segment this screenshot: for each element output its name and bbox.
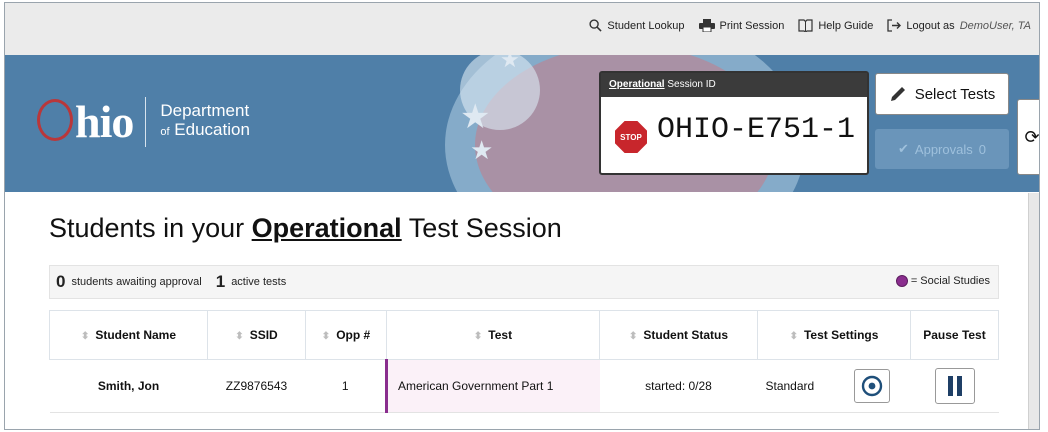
active-count: 1 bbox=[215, 272, 226, 291]
refresh-button[interactable]: ⟳ bbox=[1017, 99, 1040, 175]
logout-icon bbox=[887, 19, 902, 32]
printer-icon bbox=[698, 19, 715, 32]
ohio-education-logo: hio Department of Education bbox=[37, 95, 250, 148]
column-header-student-name[interactable]: ⬍ Student Name bbox=[49, 310, 208, 360]
column-header-test-settings[interactable]: ⬍ Test Settings bbox=[757, 310, 911, 360]
top-nav: Student Lookup Print Session Help Guide … bbox=[589, 19, 1031, 32]
students-table: ⬍ Student Name ⬍ SSID ⬍ Opp # ⬍ Test ⬍ Studen… bbox=[49, 310, 999, 413]
logout-link[interactable]: Logout as DemoUser, TA bbox=[887, 19, 1031, 32]
column-header-opp[interactable]: ⬍ Opp # bbox=[305, 310, 387, 360]
student-name: Smith, Jon bbox=[49, 359, 208, 413]
student-lookup-label: Student Lookup bbox=[607, 19, 685, 32]
awaiting-label: students awaiting approval bbox=[71, 276, 202, 288]
sort-icon: ⬍ bbox=[80, 331, 90, 342]
approvals-button[interactable]: ✔ Approvals 0 bbox=[875, 129, 1009, 169]
app-window: Student Lookup Print Session Help Guide … bbox=[4, 2, 1040, 430]
help-guide-label: Help Guide bbox=[818, 19, 874, 32]
table-header-row: ⬍ Student Name ⬍ SSID ⬍ Opp # ⬍ Test ⬍ Studen… bbox=[49, 310, 999, 360]
approvals-count: 0 bbox=[978, 141, 986, 157]
column-header-test[interactable]: ⬍ Test bbox=[386, 310, 600, 360]
table-row: Smith, Jon ZZ9876543 1 American Governme… bbox=[49, 359, 999, 413]
page-title: Students in your Operational Test Sessio… bbox=[49, 213, 562, 243]
select-tests-button[interactable]: Select Tests bbox=[875, 73, 1009, 115]
session-status-bar: 0 students awaiting approval 1 active te… bbox=[49, 265, 999, 299]
print-session-label: Print Session bbox=[719, 19, 785, 32]
sort-icon: ⬍ bbox=[789, 331, 798, 342]
logo-divider bbox=[145, 96, 147, 147]
vertical-scrollbar[interactable] bbox=[1028, 193, 1039, 429]
help-guide-link[interactable]: Help Guide bbox=[798, 19, 873, 32]
logout-label: Logout as bbox=[906, 19, 955, 32]
refresh-icon: ⟳ bbox=[1024, 126, 1040, 147]
awaiting-count: 0 bbox=[56, 272, 66, 291]
session-id: OHIO-E751-1 bbox=[657, 113, 856, 147]
column-header-ssid[interactable]: ⬍ SSID bbox=[207, 310, 306, 360]
book-icon bbox=[798, 19, 813, 32]
sort-icon: ⬍ bbox=[321, 331, 331, 342]
test-settings-value: Standard bbox=[765, 379, 815, 393]
pause-test-button[interactable] bbox=[934, 368, 975, 404]
search-icon bbox=[589, 19, 603, 32]
opportunity-number: 1 bbox=[305, 359, 387, 413]
active-label: active tests bbox=[231, 276, 287, 288]
check-icon: ✔ bbox=[898, 141, 909, 156]
sort-icon: ⬍ bbox=[235, 331, 244, 342]
sort-icon: ⬍ bbox=[473, 331, 483, 342]
view-settings-button[interactable] bbox=[853, 369, 890, 403]
session-id-panel: Operational Session ID STOP OHIO-E751-1 bbox=[599, 71, 869, 175]
student-ssid: ZZ9876543 bbox=[207, 359, 306, 413]
print-session-link[interactable]: Print Session bbox=[698, 19, 785, 32]
stop-session-button[interactable]: STOP bbox=[615, 121, 647, 153]
eye-icon bbox=[861, 375, 882, 397]
star-icon: ★ bbox=[500, 55, 520, 72]
subject-legend: = Social Studies bbox=[895, 275, 990, 287]
sort-icon: ⬍ bbox=[628, 331, 638, 342]
column-header-pause-test: Pause Test bbox=[910, 310, 999, 360]
session-header: Operational Session ID bbox=[601, 73, 867, 97]
student-lookup-link[interactable]: Student Lookup bbox=[589, 19, 685, 32]
student-status: started: 0/28 bbox=[599, 359, 758, 413]
ohio-wordmark: hio bbox=[37, 95, 134, 148]
test-name: American Government Part 1 bbox=[385, 359, 600, 413]
column-header-student-status[interactable]: ⬍ Student Status bbox=[599, 310, 758, 360]
star-icon: ★ bbox=[460, 98, 491, 136]
department-name: Department of Education bbox=[160, 101, 250, 139]
username: DemoUser, TA bbox=[959, 19, 1031, 32]
star-icon: ★ bbox=[470, 135, 494, 165]
pause-test-cell bbox=[910, 359, 999, 413]
utility-bar: Student Lookup Print Session Help Guide … bbox=[5, 3, 1039, 56]
social-studies-dot-icon bbox=[895, 275, 908, 287]
pencil-icon bbox=[890, 87, 905, 101]
pause-icon bbox=[947, 376, 962, 396]
test-settings-cell: Standard bbox=[757, 359, 911, 413]
